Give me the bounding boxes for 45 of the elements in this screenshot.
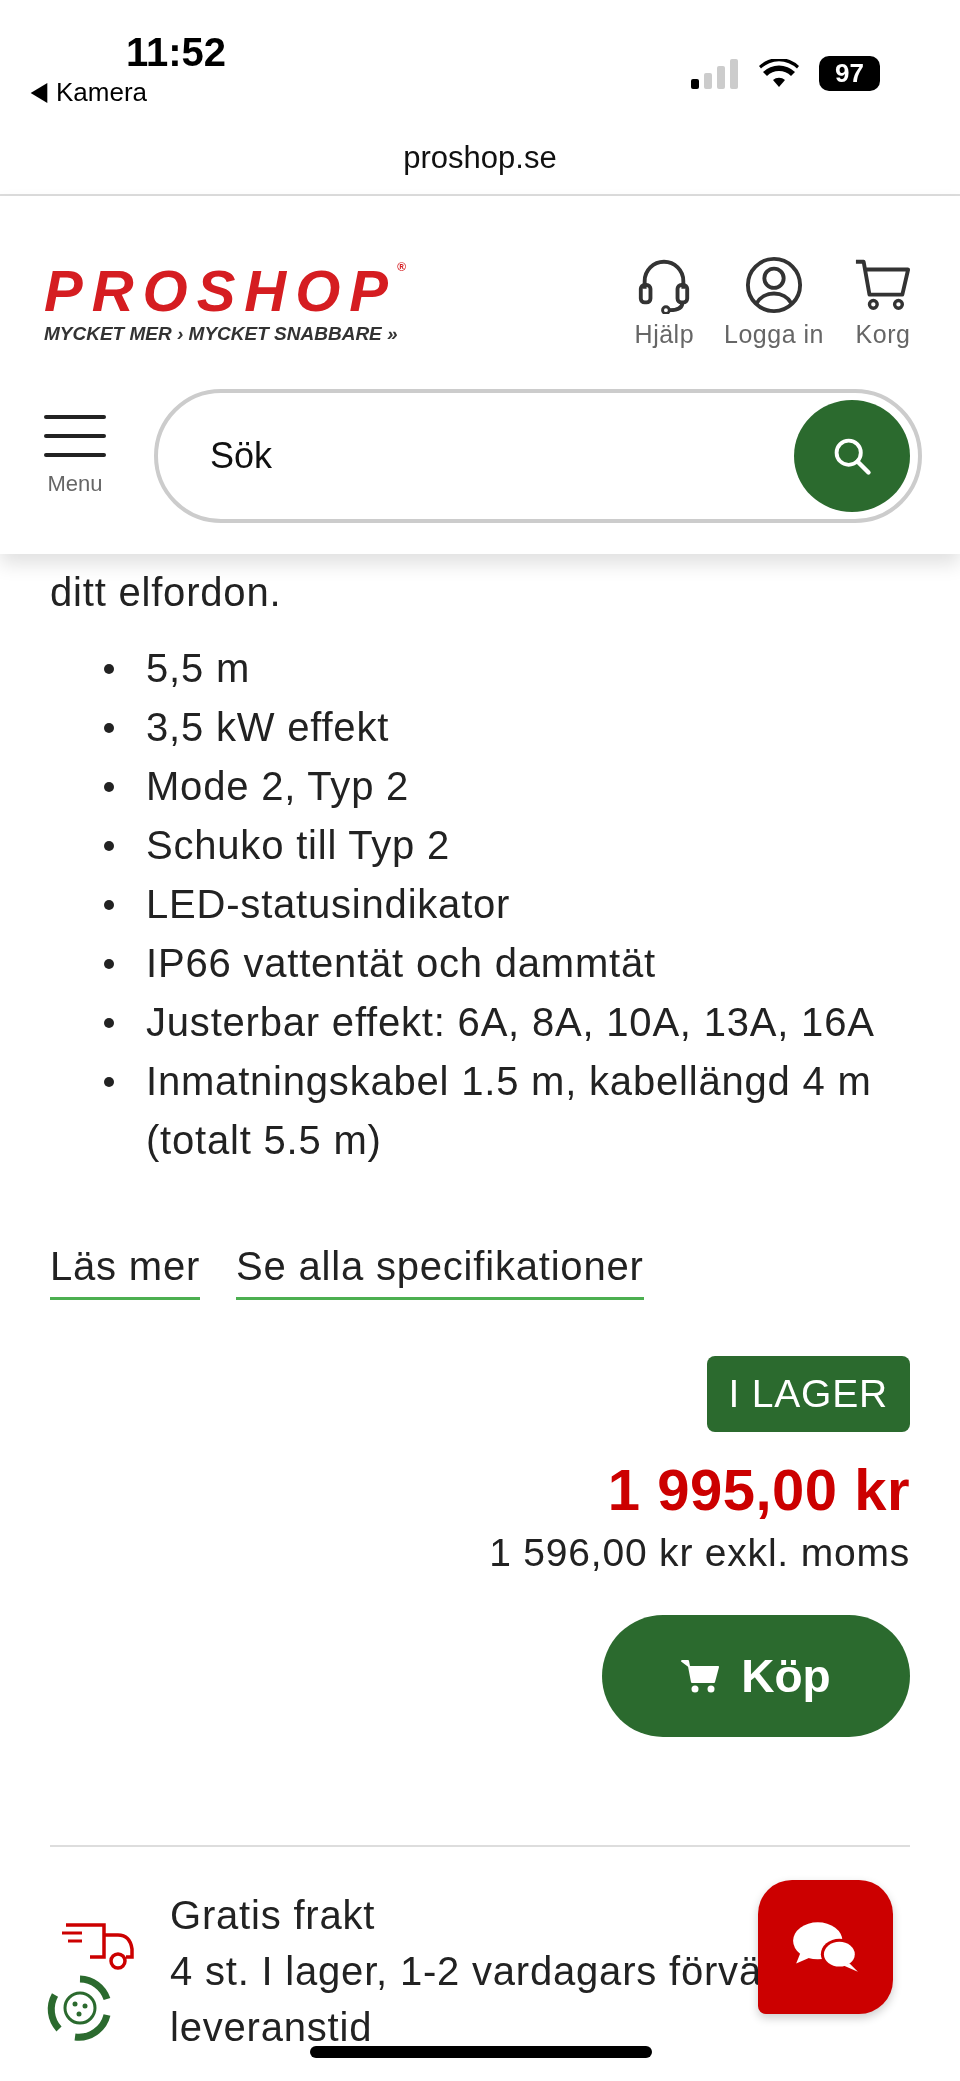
bullet-icon (104, 782, 114, 792)
bullet-icon (104, 1077, 114, 1087)
logo-tagline: MYCKET MER › MYCKET SNABBARE » (44, 322, 399, 345)
delivery-info: leveranstid (170, 2004, 373, 2051)
user-icon (745, 256, 804, 314)
feature-text: 3,5 kW effekt (146, 704, 390, 751)
menu-button[interactable]: Menu (44, 415, 106, 497)
delivery-title: Gratis frakt (170, 1892, 376, 1939)
feature-text: IP66 vattentät och dammtät (146, 940, 656, 987)
text-link[interactable]: Se alla specifikationer (236, 1244, 644, 1300)
bullet-icon (104, 959, 114, 969)
header-action[interactable]: Hjälp (634, 256, 695, 349)
price-excl-vat: 1 596,00 kr exkl. moms (489, 1531, 910, 1575)
status-time: 11:52 (125, 30, 226, 75)
back-arrow-icon (30, 82, 48, 103)
battery-indicator: 97 (819, 56, 880, 91)
signal-icon (691, 58, 740, 89)
stock-badge: I LAGER (706, 1356, 910, 1432)
feature-text: Inmatningskabel 1.5 m, kabellängd 4 m (totalt 5.5 m) (146, 1058, 873, 1164)
back-link[interactable]: Kamera (30, 77, 148, 108)
price: 1 995,00 kr (607, 1456, 910, 1523)
bullet-icon (104, 723, 114, 733)
feature-text: Mode 2, Typ 2 (146, 763, 410, 810)
logo[interactable]: PROSHOP$^{®}$ (44, 260, 415, 321)
header-action[interactable]: Logga in (724, 256, 824, 349)
url-text[interactable]: proshop.se (403, 140, 557, 176)
cart-icon (681, 1658, 722, 1694)
bullet-icon (104, 1018, 114, 1028)
description-text: ditt elfordon. (50, 570, 283, 615)
delivery-info: 4 st. I lager, 1-2 vardagars förvä (170, 1948, 762, 1995)
bullet-icon (104, 664, 114, 674)
chat-button[interactable] (758, 1880, 893, 2014)
feature-text: Schuko till Typ 2 (146, 822, 451, 869)
wifi-icon (759, 58, 800, 89)
search-button[interactable] (794, 400, 910, 512)
feature-text: Justerbar effekt: 6A, 8A, 10A, 13A, 16A (146, 999, 875, 1046)
bullet-icon (104, 900, 114, 910)
search-field[interactable]: Sök (208, 434, 794, 478)
header-action[interactable]: Korg (854, 256, 912, 349)
search-bar[interactable]: Sök (154, 389, 922, 523)
buy-button[interactable]: Köp (602, 1615, 910, 1737)
bullet-icon (104, 841, 114, 851)
feature-text: 5,5 m (146, 645, 251, 692)
feature-text: LED-statusindikator (146, 881, 511, 928)
text-link[interactable]: Läs mer (50, 1244, 201, 1300)
